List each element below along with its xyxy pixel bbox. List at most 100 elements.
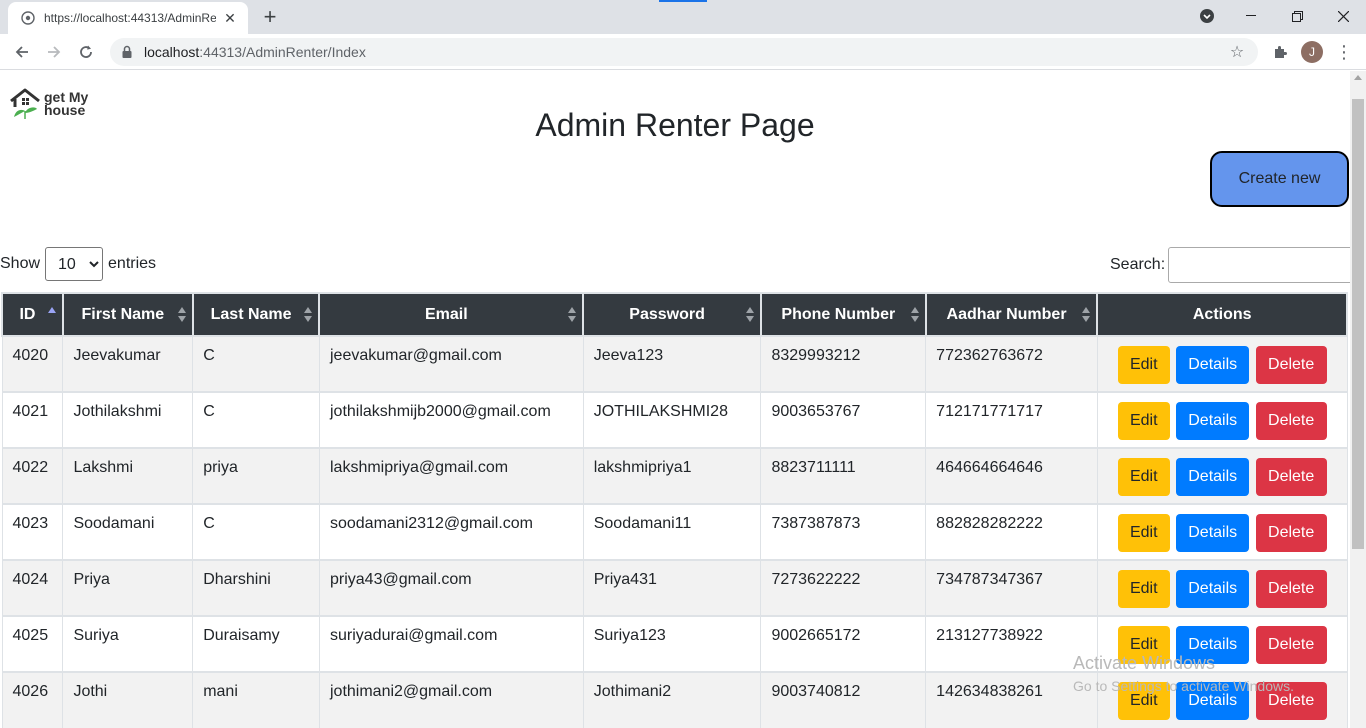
edit-button[interactable]: Edit bbox=[1117, 570, 1170, 608]
back-button[interactable] bbox=[8, 38, 36, 66]
page-scrollbar[interactable] bbox=[1350, 71, 1366, 728]
edit-button[interactable]: Edit bbox=[1117, 458, 1170, 496]
column-label: First Name bbox=[81, 305, 165, 323]
table-row: 4024 Priya Dharshini priya43@gmail.com P… bbox=[1, 559, 1348, 617]
edit-button[interactable]: Edit bbox=[1117, 626, 1170, 664]
close-tab-icon[interactable]: ✕ bbox=[222, 10, 238, 26]
tab-strip-accent bbox=[659, 0, 707, 2]
cell-phone: 7273622222 bbox=[760, 559, 927, 617]
cell-phone: 7387387873 bbox=[760, 503, 927, 561]
cell-last-name: Duraisamy bbox=[192, 615, 320, 673]
search-input[interactable] bbox=[1168, 247, 1350, 283]
cell-actions: Edit Details Delete bbox=[1096, 391, 1348, 449]
cell-last-name: mani bbox=[192, 671, 320, 728]
details-button[interactable]: Details bbox=[1176, 570, 1250, 608]
bookmark-star-icon[interactable]: ☆ bbox=[1228, 43, 1246, 61]
column-header-phone-number[interactable]: Phone Number bbox=[759, 292, 927, 337]
column-header-email[interactable]: Email bbox=[318, 292, 585, 337]
column-header-password[interactable]: Password bbox=[582, 292, 762, 337]
table-row: 4025 Suriya Duraisamy suriyadurai@gmail.… bbox=[1, 615, 1348, 673]
cell-phone: 8329993212 bbox=[760, 335, 927, 393]
column-header-last-name[interactable]: Last Name bbox=[191, 292, 321, 337]
cell-id: 4025 bbox=[1, 615, 64, 673]
entries-select[interactable]: 10 bbox=[45, 247, 104, 281]
cell-aadhar: 213127738922 bbox=[925, 615, 1098, 673]
table-row: 4023 Soodamani C soodamani2312@gmail.com… bbox=[1, 503, 1348, 561]
new-tab-button[interactable]: + bbox=[258, 4, 282, 29]
entries-length-control: Show 10 entries bbox=[0, 247, 156, 281]
cell-aadhar: 734787347367 bbox=[925, 559, 1098, 617]
cell-actions: Edit Details Delete bbox=[1096, 671, 1348, 728]
cell-actions: Edit Details Delete bbox=[1096, 335, 1348, 393]
scroll-up-arrow-icon[interactable] bbox=[1354, 75, 1362, 80]
browser-tab[interactable]: https://localhost:44313/AdminRe ✕ bbox=[8, 2, 248, 34]
cell-first-name: Jeevakumar bbox=[62, 335, 194, 393]
cell-id: 4026 bbox=[1, 671, 64, 728]
column-header-aadhar-number[interactable]: Aadhar Number bbox=[924, 292, 1099, 337]
details-button[interactable]: Details bbox=[1176, 514, 1250, 552]
cell-actions: Edit Details Delete bbox=[1096, 559, 1348, 617]
column-label: Last Name bbox=[210, 305, 292, 323]
edit-button[interactable]: Edit bbox=[1117, 514, 1170, 552]
cell-email: jothimani2@gmail.com bbox=[318, 671, 584, 728]
cell-phone: 8823711111 bbox=[760, 447, 927, 505]
delete-button[interactable]: Delete bbox=[1255, 346, 1327, 384]
cell-id: 4021 bbox=[1, 391, 64, 449]
delete-button[interactable]: Delete bbox=[1255, 570, 1327, 608]
delete-button[interactable]: Delete bbox=[1255, 682, 1327, 720]
lock-icon[interactable] bbox=[120, 45, 134, 59]
cell-phone: 9003740812 bbox=[760, 671, 927, 728]
cell-actions: Edit Details Delete bbox=[1096, 503, 1348, 561]
create-new-button[interactable]: Create new bbox=[1210, 151, 1349, 207]
edit-button[interactable]: Edit bbox=[1117, 402, 1170, 440]
sort-icon bbox=[177, 307, 186, 323]
browser-menu-icon[interactable]: ⋮ bbox=[1334, 40, 1354, 64]
delete-button[interactable]: Delete bbox=[1255, 458, 1327, 496]
cell-id: 4022 bbox=[1, 447, 64, 505]
close-window-button[interactable] bbox=[1320, 0, 1366, 32]
cell-first-name: Suriya bbox=[62, 615, 194, 673]
reload-button[interactable] bbox=[72, 38, 100, 66]
cell-phone: 9002665172 bbox=[760, 615, 927, 673]
tab-search-button[interactable] bbox=[1184, 0, 1230, 32]
restore-button[interactable] bbox=[1274, 0, 1320, 32]
column-header-id[interactable]: ID bbox=[1, 292, 64, 337]
edit-button[interactable]: Edit bbox=[1117, 682, 1170, 720]
column-label: Actions bbox=[1192, 305, 1252, 323]
details-button[interactable]: Details bbox=[1176, 402, 1250, 440]
cell-password: Priya431 bbox=[582, 559, 762, 617]
cell-password: Soodamani11 bbox=[582, 503, 762, 561]
tab-title: https://localhost:44313/AdminRe bbox=[44, 11, 216, 25]
browser-toolbar: localhost:44313/AdminRenter/Index ☆ J ⋮ bbox=[0, 34, 1366, 70]
details-button[interactable]: Details bbox=[1176, 346, 1250, 384]
scrollbar-thumb[interactable] bbox=[1352, 99, 1364, 549]
cell-email: jeevakumar@gmail.com bbox=[318, 335, 584, 393]
delete-button[interactable]: Delete bbox=[1255, 402, 1327, 440]
details-button[interactable]: Details bbox=[1176, 682, 1250, 720]
address-bar[interactable]: localhost:44313/AdminRenter/Index ☆ bbox=[110, 38, 1258, 66]
edit-button[interactable]: Edit bbox=[1117, 346, 1170, 384]
cell-aadhar: 772362763672 bbox=[925, 335, 1098, 393]
table-row: 4021 Jothilakshmi C jothilakshmijb2000@g… bbox=[1, 391, 1348, 449]
column-label: Aadhar Number bbox=[946, 305, 1067, 323]
forward-button[interactable] bbox=[40, 38, 68, 66]
cell-email: soodamani2312@gmail.com bbox=[318, 503, 584, 561]
extensions-puzzle-icon[interactable] bbox=[1270, 42, 1290, 62]
cell-actions: Edit Details Delete bbox=[1096, 447, 1348, 505]
renters-table: ID First Name Last Name Email Password P… bbox=[1, 292, 1348, 728]
details-button[interactable]: Details bbox=[1176, 626, 1250, 664]
url-path: :44313/AdminRenter/Index bbox=[199, 44, 366, 60]
page-title: Admin Renter Page bbox=[535, 107, 815, 143]
arrow-right-icon bbox=[48, 46, 61, 58]
minimize-button[interactable] bbox=[1228, 0, 1274, 32]
reload-icon bbox=[80, 45, 92, 58]
delete-button[interactable]: Delete bbox=[1255, 514, 1327, 552]
restore-icon bbox=[1291, 10, 1303, 22]
profile-avatar[interactable]: J bbox=[1301, 41, 1323, 63]
column-header-first-name[interactable]: First Name bbox=[61, 292, 194, 337]
cell-aadhar: 712171771717 bbox=[925, 391, 1098, 449]
details-button[interactable]: Details bbox=[1176, 458, 1250, 496]
sort-icon bbox=[910, 307, 919, 323]
cell-first-name: Lakshmi bbox=[62, 447, 194, 505]
delete-button[interactable]: Delete bbox=[1255, 626, 1327, 664]
